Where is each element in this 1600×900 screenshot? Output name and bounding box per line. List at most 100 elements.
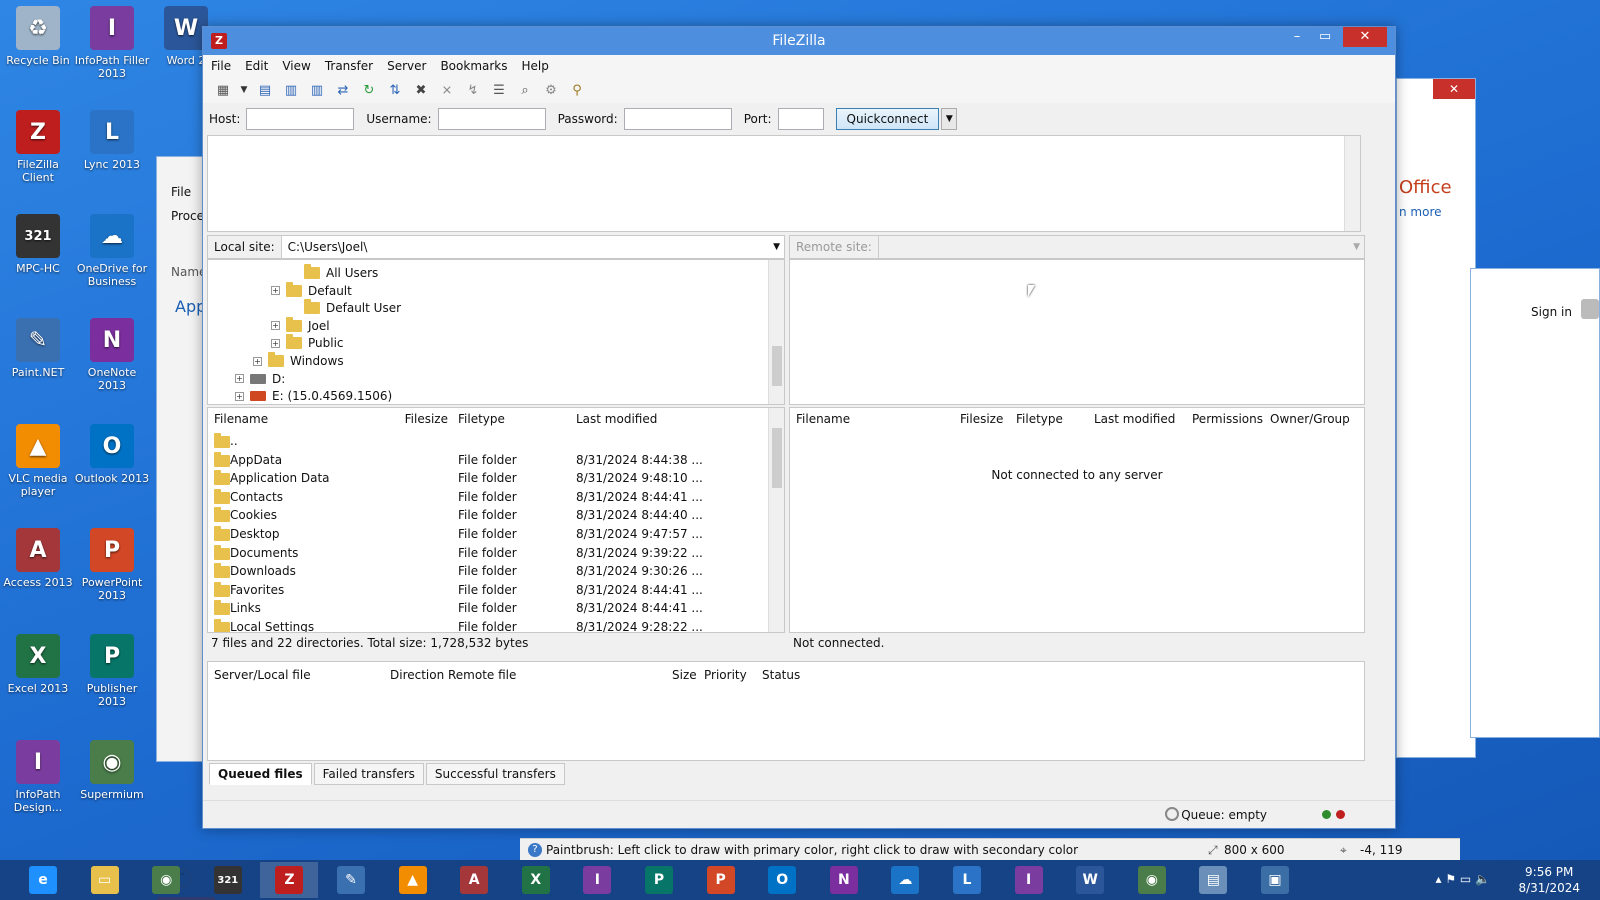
taskbar-app-button[interactable]: ✎ <box>322 862 380 898</box>
local-tree-scrollbar[interactable] <box>768 260 784 404</box>
desktop-icon[interactable]: ✎ Paint.NET <box>0 318 76 379</box>
taskbar-app-button[interactable]: I <box>1000 862 1058 898</box>
expand-icon[interactable]: + <box>271 321 280 331</box>
desktop-icon[interactable]: ◉ Supermium <box>74 740 150 801</box>
message-log[interactable] <box>207 135 1361 232</box>
password-input[interactable] <box>623 108 732 130</box>
cancel-operation-icon[interactable]: ✖ <box>411 80 431 100</box>
desktop-icon[interactable]: N OneNote 2013 <box>74 318 150 392</box>
tree-item[interactable]: Default User <box>304 299 401 317</box>
desktop-icon[interactable]: P Publisher 2013 <box>74 634 150 708</box>
tree-item[interactable]: + Default <box>271 281 352 300</box>
desktop-icon[interactable]: L Lync 2013 <box>74 110 150 171</box>
queue-column-priority[interactable]: Priority <box>704 668 747 682</box>
menu-view[interactable]: View <box>282 59 310 73</box>
desktop-icon[interactable]: 321 MPC-HC <box>0 214 76 275</box>
table-row[interactable]: Favorites File folder 8/31/2024 8:44:41 ..… <box>208 581 768 599</box>
tree-item[interactable]: + E: (15.0.4569.1506) <box>235 387 392 404</box>
site-manager-icon[interactable]: ▦ <box>213 80 233 100</box>
toggle-remote-tree-icon[interactable]: ▥ <box>307 80 327 100</box>
remote-column-owner-group[interactable]: Owner/Group <box>1270 412 1350 426</box>
toggle-message-log-icon[interactable]: ▤ <box>255 80 275 100</box>
local-site-path[interactable]: C:\Users\Joel\ ▼ <box>281 236 784 258</box>
local-column-filesize[interactable]: Filesize <box>378 412 448 426</box>
queue-column-direction[interactable]: Direction <box>390 668 444 682</box>
expand-icon[interactable]: + <box>253 356 262 366</box>
remote-column-filename[interactable]: Filename <box>796 412 850 426</box>
office-learn-more-link[interactable]: n more <box>1399 205 1442 219</box>
transfer-queue[interactable]: Server/Local file Direction Remote file Siz… <box>207 661 1365 761</box>
table-row[interactable]: Desktop File folder 8/31/2024 9:47:57 ... <box>208 525 768 543</box>
system-tray[interactable]: ▴ ⚑ ▭ 🔈 <box>1435 872 1490 886</box>
disconnect-icon[interactable]: ⨯ <box>437 80 457 100</box>
desktop-icon[interactable]: ☁ OneDrive for Business <box>74 214 150 288</box>
queue-column-server-local-file[interactable]: Server/Local file <box>214 668 311 682</box>
refresh-icon[interactable]: ↻ <box>359 80 379 100</box>
taskbar-app-button[interactable]: A <box>445 862 503 898</box>
taskbar-app-button[interactable]: e <box>14 862 72 898</box>
desktop-icon[interactable]: X Excel 2013 <box>0 634 76 695</box>
compare-directories-icon[interactable]: ⌕ <box>515 80 535 100</box>
taskbar-app-button[interactable]: Z <box>260 862 319 898</box>
tree-item[interactable]: + D: <box>235 370 285 388</box>
desktop-icon[interactable]: O Outlook 2013 <box>74 424 150 485</box>
desktop-icon[interactable]: I InfoPath Design... <box>0 740 76 814</box>
title-bar[interactable]: Z FileZilla – ▭ ✕ <box>203 27 1395 55</box>
remote-site-dropdown-icon[interactable]: ▼ <box>1353 236 1360 258</box>
tree-item[interactable]: + Windows <box>253 352 344 370</box>
signin-window[interactable]: Sign in <box>1470 268 1600 738</box>
taskbar-app-button[interactable]: L <box>938 862 996 898</box>
table-row[interactable]: AppData File folder 8/31/2024 8:44:38 ... <box>208 451 768 469</box>
tree-item[interactable]: + Public <box>271 334 344 352</box>
quickconnect-dropdown-icon[interactable]: ▼ <box>941 108 958 130</box>
sync-browsing-icon[interactable]: ⚙ <box>541 80 561 100</box>
site-manager-dropdown-icon[interactable]: ▼ <box>239 80 249 100</box>
local-column-filetype[interactable]: Filetype <box>458 412 505 426</box>
table-row[interactable]: Downloads File folder 8/31/2024 9:30:26 ..… <box>208 562 768 580</box>
taskbar-app-button[interactable]: X <box>507 862 565 898</box>
toggle-local-tree-icon[interactable]: ▥ <box>281 80 301 100</box>
taskbar-app-button[interactable]: O <box>753 862 811 898</box>
table-row[interactable]: Documents File folder 8/31/2024 9:39:22 ..… <box>208 544 768 562</box>
port-input[interactable] <box>777 108 824 130</box>
filter-icon[interactable]: ☰ <box>489 80 509 100</box>
local-column-last-modified[interactable]: Last modified <box>576 412 657 426</box>
menu-bookmarks[interactable]: Bookmarks <box>440 59 507 73</box>
local-file-list-scrollbar[interactable] <box>768 408 784 632</box>
menu-transfer[interactable]: Transfer <box>325 59 373 73</box>
desktop-icon[interactable]: ♻ Recycle Bin <box>0 6 76 67</box>
local-column-filename[interactable]: Filename <box>214 412 268 426</box>
search-files-icon[interactable]: ⚲ <box>567 80 587 100</box>
office-close-icon[interactable]: ✕ <box>1433 79 1475 99</box>
taskbar-app-button[interactable]: N <box>815 862 873 898</box>
taskbar-app-button[interactable]: W <box>1061 862 1119 898</box>
quickconnect-button[interactable]: Quickconnect <box>835 108 940 130</box>
process-queue-icon[interactable]: ⇅ <box>385 80 405 100</box>
remote-column-permissions[interactable]: Permissions <box>1192 412 1263 426</box>
expand-icon[interactable]: + <box>235 374 244 384</box>
menu-file[interactable]: File <box>211 59 231 73</box>
queue-column-remote-file[interactable]: Remote file <box>448 668 516 682</box>
task-manager-tab[interactable]: Proce <box>171 209 204 223</box>
table-row[interactable]: Local Settings File folder 8/31/2024 9:28:… <box>208 618 768 632</box>
menu-server[interactable]: Server <box>387 59 426 73</box>
tree-item[interactable]: + Joel <box>271 316 330 335</box>
remote-site-path[interactable]: ▼ <box>878 236 1364 258</box>
message-log-scrollbar[interactable] <box>1344 136 1360 231</box>
close-icon[interactable]: ✕ <box>1343 27 1387 47</box>
minimize-icon[interactable]: – <box>1283 27 1311 47</box>
local-file-list[interactable]: Filename Filesize Filetype Last modified ..… <box>207 407 785 633</box>
table-row[interactable]: Application Data File folder 8/31/2024 9:4… <box>208 469 768 487</box>
local-site-dropdown-icon[interactable]: ▼ <box>773 236 780 258</box>
desktop-icon[interactable]: I InfoPath Filler 2013 <box>74 6 150 80</box>
desktop-icon[interactable]: Z FileZilla Client <box>0 110 76 184</box>
remote-file-list[interactable]: Filename Filesize Filetype Last modified Per… <box>789 407 1365 633</box>
taskbar-app-button[interactable]: ▲ <box>384 862 442 898</box>
queue-column-size[interactable]: Size <box>672 668 697 682</box>
taskbar-app-button[interactable]: P <box>692 862 750 898</box>
remote-column-filetype[interactable]: Filetype <box>1016 412 1063 426</box>
desktop-icon[interactable]: A Access 2013 <box>0 528 76 589</box>
queue-column-status[interactable]: Status <box>762 668 800 682</box>
taskbar-app-button[interactable]: ◉ <box>1123 862 1181 898</box>
signin-label[interactable]: Sign in <box>1531 305 1572 319</box>
